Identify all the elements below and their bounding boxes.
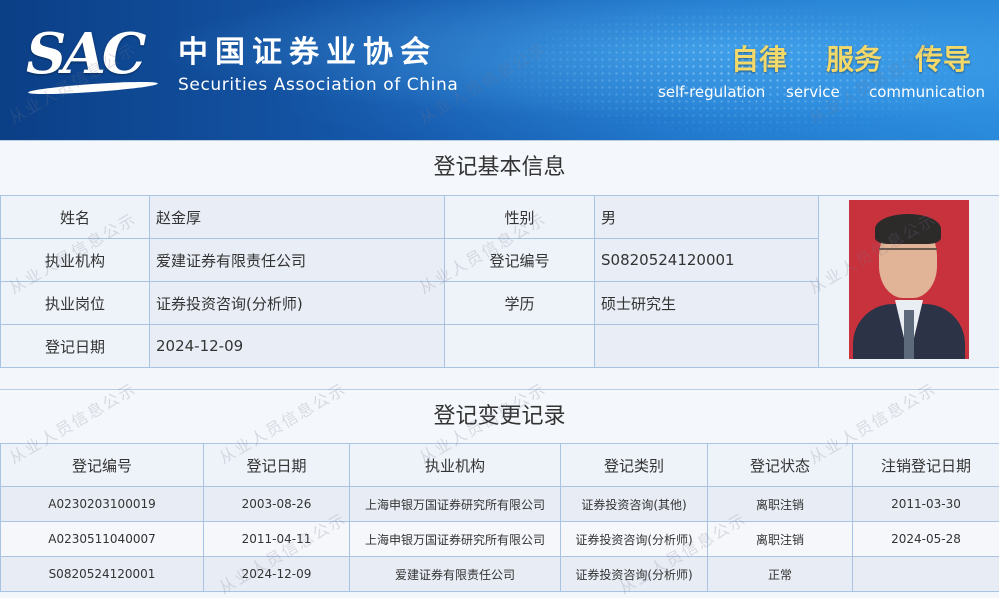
org-name-en: Securities Association of China [178, 77, 458, 94]
slogan-en-service: service [786, 85, 840, 100]
table-row: S0820524120001 2024-12-09 爱建证券有限责任公司 证券投… [1, 557, 999, 592]
cell-reg-no: S0820524120001 [1, 557, 204, 592]
table-row: A0230511040007 2011-04-11 上海申银万国证券研究所有限公… [1, 522, 999, 557]
cell-reg-date: 2003-08-26 [204, 487, 350, 522]
photo-hair [875, 214, 941, 244]
reg-date-label: 登记日期 [1, 325, 150, 368]
gender-label: 性别 [445, 196, 595, 239]
slogan-cn-self-regulation: 自律 [731, 46, 787, 74]
table-row: A0230203100019 2003-08-26 上海申银万国证券研究所有限公… [1, 487, 999, 522]
cell-cancel-date [853, 557, 999, 592]
org-value: 爱建证券有限责任公司 [150, 239, 445, 282]
cell-reg-date: 2024-12-09 [204, 557, 350, 592]
change-records-table: 登记编号 登记日期 执业机构 登记类别 登记状态 注销登记日期 A0230203… [0, 443, 999, 592]
photo-glasses [879, 248, 937, 264]
reg-date-value: 2024-12-09 [150, 325, 445, 368]
col-header-category: 登记类别 [561, 444, 708, 487]
basic-info-table: 姓名 赵金厚 性别 男 执业机构 爱建证券有限责任公司 登记编号 S082052… [0, 195, 999, 368]
change-records-title: 登记变更记录 [0, 389, 999, 444]
cell-org: 上海申银万国证券研究所有限公司 [350, 522, 561, 557]
cell-reg-no: A0230511040007 [1, 522, 204, 557]
cell-cancel-date: 2024-05-28 [853, 522, 999, 557]
cell-category: 证券投资咨询(分析师) [561, 522, 708, 557]
org-label: 执业机构 [1, 239, 150, 282]
photo-tie [904, 310, 914, 359]
position-value: 证券投资咨询(分析师) [150, 282, 445, 325]
empty-label [445, 325, 595, 368]
position-label: 执业岗位 [1, 282, 150, 325]
cell-status: 离职注销 [708, 487, 853, 522]
slogan-cn-communication: 传导 [915, 46, 971, 74]
slogan-cn-service: 服务 [826, 46, 882, 74]
cell-reg-no: A0230203100019 [1, 487, 204, 522]
slogan-en-communication: communication [869, 85, 985, 100]
col-header-org: 执业机构 [350, 444, 561, 487]
cell-category: 证券投资咨询(分析师) [561, 557, 708, 592]
sac-logo: SAC [26, 26, 142, 82]
col-header-reg-date: 登记日期 [204, 444, 350, 487]
col-header-reg-no: 登记编号 [1, 444, 204, 487]
slogan-en-self-regulation: self-regulation [658, 85, 765, 100]
gender-value: 男 [595, 196, 819, 239]
name-label: 姓名 [1, 196, 150, 239]
col-header-cancel-date: 注销登记日期 [853, 444, 999, 487]
education-value: 硕士研究生 [595, 282, 819, 325]
reg-no-label: 登记编号 [445, 239, 595, 282]
org-name-cn: 中国证券业协会 [178, 38, 437, 68]
education-label: 学历 [445, 282, 595, 325]
reg-no-value: S0820524120001 [595, 239, 819, 282]
col-header-status: 登记状态 [708, 444, 853, 487]
name-value: 赵金厚 [150, 196, 445, 239]
basic-info-title: 登记基本信息 [0, 140, 999, 195]
info-row: 姓名 赵金厚 性别 男 [1, 196, 999, 239]
cell-status: 离职注销 [708, 522, 853, 557]
cell-status: 正常 [708, 557, 853, 592]
records-header-row: 登记编号 登记日期 执业机构 登记类别 登记状态 注销登记日期 [1, 444, 999, 487]
empty-value [595, 325, 819, 368]
person-photo [849, 200, 969, 359]
cell-cancel-date: 2011-03-30 [853, 487, 999, 522]
photo-cell [819, 196, 999, 368]
site-banner: SAC 中国证券业协会 Securities Association of Ch… [0, 0, 999, 140]
cell-org: 上海申银万国证券研究所有限公司 [350, 487, 561, 522]
cell-org: 爱建证券有限责任公司 [350, 557, 561, 592]
cell-category: 证券投资咨询(其他) [561, 487, 708, 522]
cell-reg-date: 2011-04-11 [204, 522, 350, 557]
